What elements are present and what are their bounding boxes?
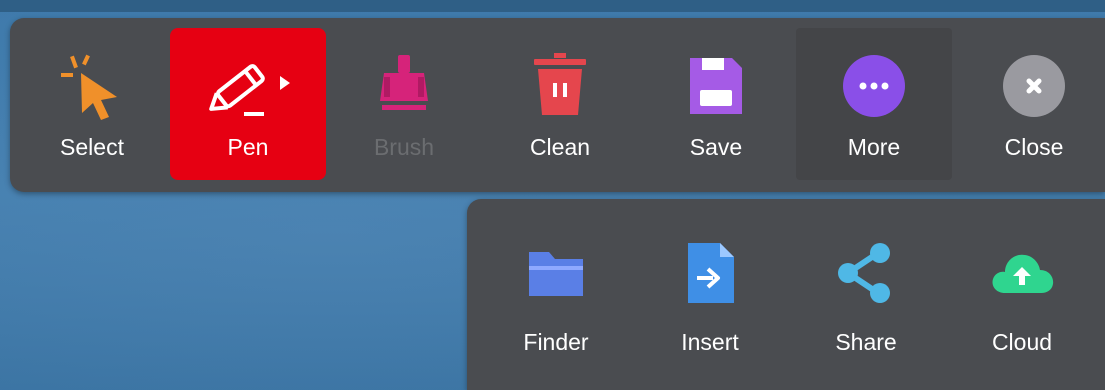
clean-tool-button[interactable]: Clean bbox=[482, 28, 638, 180]
more-options-panel: Finder Insert Share Cloud bbox=[467, 199, 1105, 390]
more-label: More bbox=[847, 134, 901, 160]
insert-button[interactable]: Insert bbox=[635, 209, 785, 379]
pen-label: Pen bbox=[227, 134, 269, 160]
pen-icon bbox=[170, 52, 326, 120]
more-tool-button[interactable]: More bbox=[796, 28, 952, 180]
save-tool-button[interactable]: Save bbox=[638, 28, 794, 180]
share-icon bbox=[791, 241, 941, 305]
cloud-button[interactable]: Cloud bbox=[947, 209, 1097, 379]
select-tool-button[interactable]: Select bbox=[14, 28, 170, 180]
insert-file-icon bbox=[635, 241, 785, 305]
floppy-disk-icon bbox=[638, 52, 794, 120]
folder-icon bbox=[481, 241, 631, 305]
share-button[interactable]: Share bbox=[791, 209, 941, 379]
more-dots-icon bbox=[796, 52, 952, 120]
close-label: Close bbox=[1004, 134, 1064, 160]
brush-icon bbox=[326, 52, 482, 120]
close-tool-button[interactable]: Close bbox=[956, 28, 1105, 180]
trash-icon bbox=[482, 52, 638, 120]
cloud-label: Cloud bbox=[991, 329, 1053, 355]
brush-label: Brush bbox=[373, 134, 435, 160]
share-label: Share bbox=[835, 329, 897, 355]
pen-tool-button[interactable]: Pen bbox=[170, 28, 326, 180]
clean-label: Clean bbox=[529, 134, 591, 160]
select-label: Select bbox=[60, 134, 124, 160]
finder-label: Finder bbox=[523, 329, 589, 355]
select-cursor-icon bbox=[14, 52, 170, 120]
brush-tool-button[interactable]: Brush bbox=[326, 28, 482, 180]
finder-button[interactable]: Finder bbox=[481, 209, 631, 379]
close-icon bbox=[956, 52, 1105, 120]
cloud-upload-icon bbox=[947, 241, 1097, 305]
save-label: Save bbox=[689, 134, 743, 160]
insert-label: Insert bbox=[681, 329, 739, 355]
annotation-toolbar: Select Pen Brush Clean Save More Close bbox=[10, 18, 1105, 192]
top-edge-strip bbox=[0, 0, 1105, 12]
